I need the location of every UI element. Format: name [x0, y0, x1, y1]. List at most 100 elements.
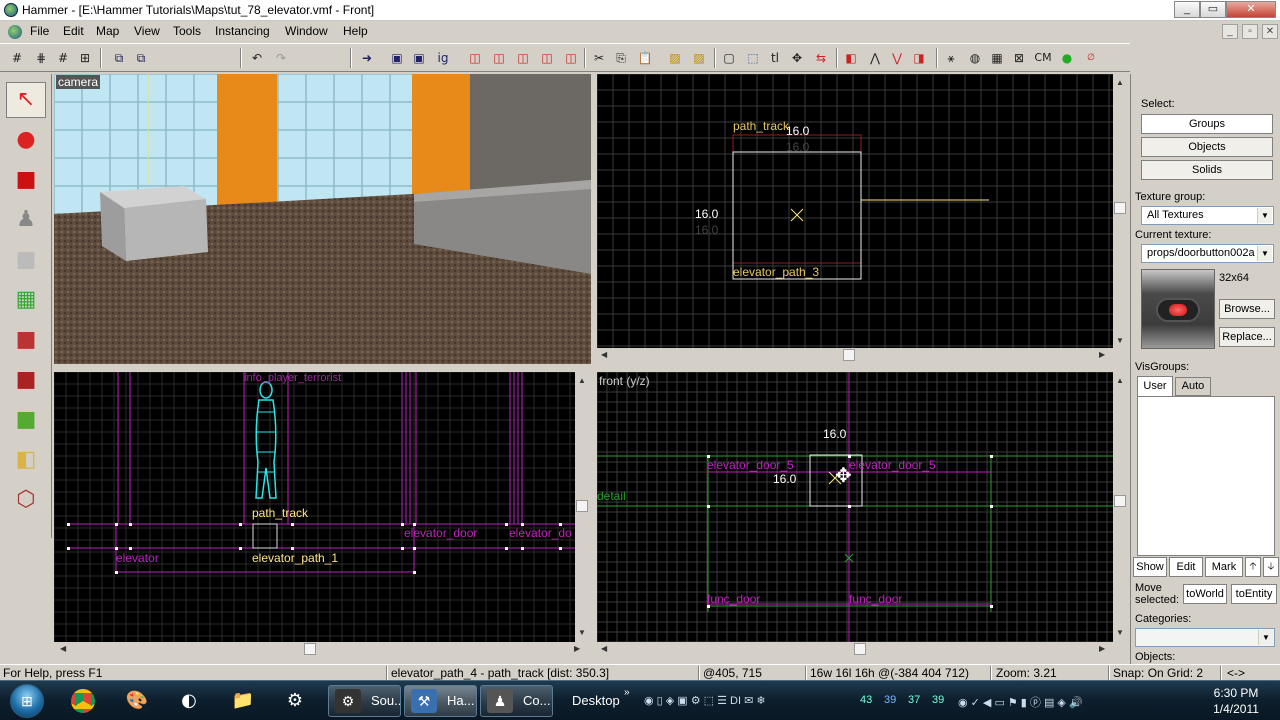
tray-system-icons[interactable]: ◉ ✓ ◀ ▭ ⚑ ▮ ⓟ ▤ ◈ 🔊: [958, 694, 1083, 710]
solids-button[interactable]: Solids: [1141, 160, 1273, 180]
categories-select[interactable]: ▼: [1135, 628, 1275, 647]
hatch-1-icon[interactable]: ▨: [666, 49, 684, 67]
menu-file[interactable]: File: [30, 24, 49, 38]
menu-view[interactable]: View: [134, 24, 160, 38]
green-icon[interactable]: ●: [1058, 49, 1076, 67]
steam-icon[interactable]: ⚙: [276, 685, 314, 717]
side-view-vscroll[interactable]: ▲ ▼: [575, 372, 589, 642]
menu-instancing[interactable]: Instancing: [215, 24, 270, 38]
magnify-tool[interactable]: ●: [6, 122, 46, 158]
visgroup-edit-button[interactable]: Edit: [1169, 557, 1203, 577]
sphere-icon[interactable]: ◍: [966, 49, 984, 67]
select-box-icon[interactable]: ▢: [720, 49, 738, 67]
objects-button[interactable]: Objects: [1141, 137, 1273, 157]
selection-tool[interactable]: ↖: [6, 82, 46, 118]
media-icon[interactable]: ◐: [170, 685, 208, 717]
top-view-viewport[interactable]: path_track 16.0 16.0 16.0 16.0 elevator_…: [597, 74, 1113, 348]
arrows-icon[interactable]: ⇆: [812, 49, 830, 67]
clip-tool[interactable]: ◧: [6, 442, 46, 478]
tab-user[interactable]: User: [1137, 376, 1173, 396]
tray-icons[interactable]: ◉ ▯ ◈ ▣ ⚙ ⬚ ☰ DI ✉ ❄: [644, 694, 766, 707]
paint-icon[interactable]: 🎨: [118, 685, 156, 717]
toolbar-chevron-icon[interactable]: »: [624, 687, 630, 698]
tab-auto[interactable]: Auto: [1175, 377, 1211, 396]
folder-icon[interactable]: 📁: [224, 685, 262, 717]
menu-window[interactable]: Window: [285, 24, 328, 38]
redo-icon[interactable]: ↷: [272, 49, 290, 67]
grid-3d-icon[interactable]: ▦: [988, 49, 1006, 67]
desktop-toolbar[interactable]: Desktop: [572, 693, 620, 708]
camera-viewport[interactable]: camera: [54, 74, 591, 364]
show-icon[interactable]: ▣: [410, 49, 428, 67]
grid-icon[interactable]: #: [8, 49, 26, 67]
minimize-button[interactable]: _: [1174, 1, 1200, 18]
clock[interactable]: 6:30 PM 1/4/2011: [1196, 685, 1276, 717]
front-view-viewport[interactable]: ✥ front (y/z) 16.0 16.0 elevator_door_5 …: [597, 372, 1113, 642]
visgroup-show-button[interactable]: Show: [1133, 557, 1167, 577]
move-down-button[interactable]: 🡣: [1263, 557, 1279, 577]
overlay-tool[interactable]: ■: [6, 402, 46, 438]
entity-3-icon[interactable]: ⋁: [888, 49, 906, 67]
mdi-close-button[interactable]: ✕: [1262, 24, 1278, 39]
undo-icon[interactable]: ↶: [248, 49, 266, 67]
close-button[interactable]: ✕: [1226, 1, 1276, 18]
top-view-hscroll[interactable]: ◀ ▶: [597, 348, 1113, 362]
task-counter-strike[interactable]: ♟ Co...: [480, 685, 553, 717]
paste-icon[interactable]: 📋: [636, 49, 654, 67]
to-entity-button[interactable]: toEntity: [1231, 584, 1277, 604]
browse-button[interactable]: Browse...: [1219, 299, 1275, 319]
box-4-icon[interactable]: ◫: [538, 49, 556, 67]
move-icon[interactable]: ✥: [788, 49, 806, 67]
entity-2-icon[interactable]: ⋀: [866, 49, 884, 67]
apply-texture-tool[interactable]: ■: [6, 322, 46, 358]
block-tool[interactable]: ■: [6, 242, 46, 278]
carve-icon[interactable]: ⧉: [110, 49, 128, 67]
menu-map[interactable]: Map: [96, 24, 119, 38]
vertex-tool[interactable]: ⬡: [6, 482, 46, 518]
visgroup-mark-button[interactable]: Mark: [1205, 557, 1243, 577]
entity-1-icon[interactable]: ◧: [842, 49, 860, 67]
current-texture-select[interactable]: props/doorbutton002a ▼: [1141, 244, 1274, 263]
side-view-viewport[interactable]: info_player_terrorist path_track elevato…: [54, 372, 575, 642]
group-icon[interactable]: ⧉: [132, 49, 150, 67]
box-2-icon[interactable]: ◫: [490, 49, 508, 67]
grid-3d-toggle-icon[interactable]: ⊞: [76, 49, 94, 67]
texture-group-select[interactable]: All Textures ▼: [1141, 206, 1274, 225]
mdi-restore-button[interactable]: ▫: [1242, 24, 1258, 39]
grid-small-icon[interactable]: #: [54, 49, 72, 67]
cut-icon[interactable]: ✂: [590, 49, 608, 67]
select-icon[interactable]: ⬚: [744, 49, 762, 67]
to-world-button[interactable]: toWorld: [1183, 584, 1227, 604]
front-view-hscroll[interactable]: ◀ ▶: [597, 642, 1113, 656]
menu-help[interactable]: Help: [343, 24, 368, 38]
cm-icon[interactable]: CM: [1032, 49, 1054, 67]
visgroups-list[interactable]: [1137, 396, 1275, 556]
menu-tools[interactable]: Tools: [173, 24, 201, 38]
task-hammer[interactable]: ⚒ Ha...: [404, 685, 477, 717]
maximize-button[interactable]: ▭: [1200, 1, 1226, 18]
copy-icon[interactable]: ⎘: [612, 49, 630, 67]
grid-dots-icon[interactable]: ⋕: [32, 49, 50, 67]
task-source[interactable]: ⚙Sou...: [328, 685, 401, 717]
cordon-icon[interactable]: ⚹: [942, 49, 960, 67]
move-up-button[interactable]: 🡡: [1245, 557, 1261, 577]
tl-icon[interactable]: tl: [766, 49, 784, 67]
menu-edit[interactable]: Edit: [63, 24, 84, 38]
entity-4-icon[interactable]: ◨: [910, 49, 928, 67]
start-button[interactable]: ⊞: [10, 684, 44, 718]
box-5-icon[interactable]: ◫: [562, 49, 580, 67]
camera-tool[interactable]: ■: [6, 162, 46, 198]
no-draw-icon[interactable]: ∅: [1082, 49, 1100, 67]
texture-tool[interactable]: ▦: [6, 282, 46, 318]
hide-icon[interactable]: ▣: [388, 49, 406, 67]
wireframe-icon[interactable]: ⊠: [1010, 49, 1028, 67]
entity-tool[interactable]: ♟: [6, 202, 46, 238]
side-view-hscroll[interactable]: ◀ ▶: [54, 642, 591, 656]
mdi-minimize-button[interactable]: _: [1222, 24, 1238, 39]
top-view-vscroll[interactable]: ▲ ▼: [1113, 74, 1127, 348]
replace-button[interactable]: Replace...: [1219, 327, 1275, 347]
front-view-vscroll[interactable]: ▲ ▼: [1113, 372, 1127, 642]
hammer-doc-icon[interactable]: [8, 25, 22, 39]
box-1-icon[interactable]: ◫: [466, 49, 484, 67]
hatch-2-icon[interactable]: ▨: [690, 49, 708, 67]
